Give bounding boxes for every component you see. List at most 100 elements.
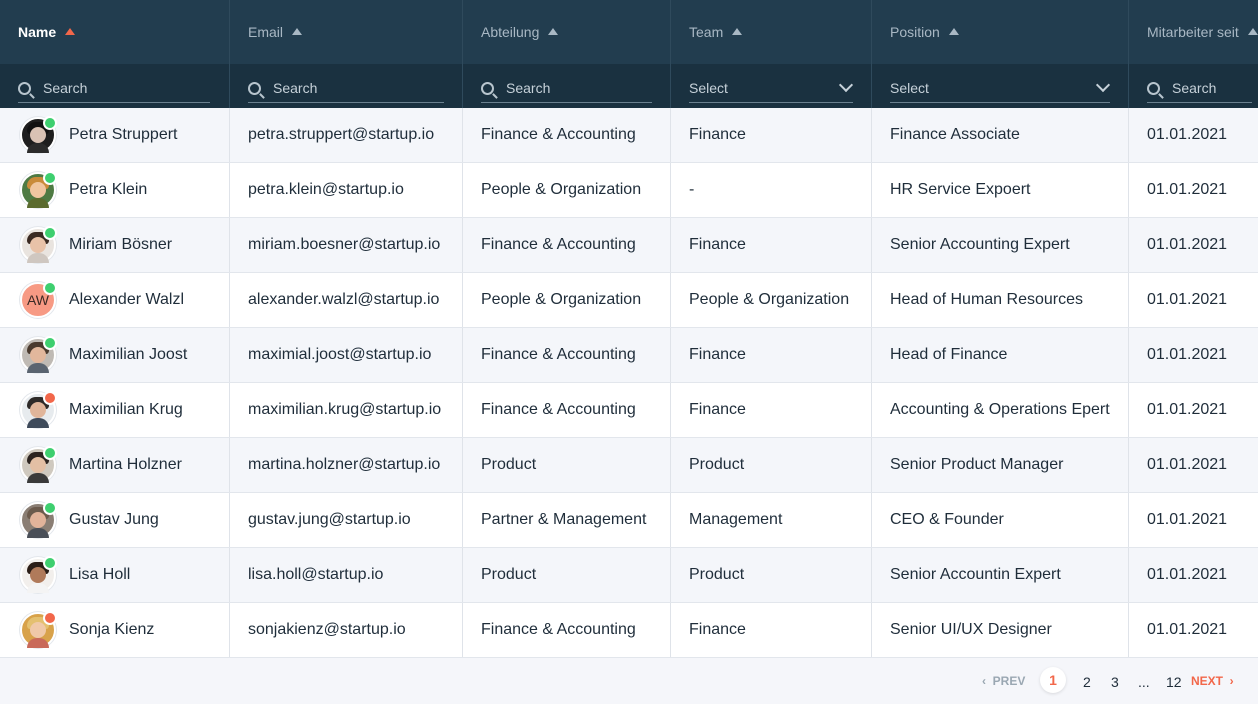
- page-3-button[interactable]: 3: [1111, 674, 1119, 690]
- col-header-position[interactable]: Position: [872, 0, 1129, 64]
- table-row[interactable]: AW Alexander Walzl alexander.walzl@startup…: [0, 273, 1258, 328]
- cell-team: Product: [671, 548, 872, 602]
- table-row[interactable]: Gustav Jung gustav.jung@startup.io Partner…: [0, 493, 1258, 548]
- cell-position: Senior UI/UX Designer: [872, 603, 1129, 657]
- table-row[interactable]: Maximilian Krug maximilian.krug@startup.i…: [0, 383, 1258, 438]
- cell-email: gustav.jung@startup.io: [230, 493, 463, 547]
- sort-asc-icon[interactable]: [732, 27, 743, 35]
- cell-name: Sonja Kienz: [0, 603, 230, 657]
- cell-email: petra.struppert@startup.io: [230, 108, 463, 162]
- cell-position: Finance Associate: [872, 108, 1129, 162]
- cell-email: maximial.joost@startup.io: [230, 328, 463, 382]
- table-row[interactable]: Miriam Bösner miriam.boesner@startup.io Fi…: [0, 218, 1258, 273]
- prev-page-button[interactable]: ‹ PREV: [982, 674, 1025, 688]
- position-select[interactable]: Select: [890, 74, 1111, 103]
- sort-asc-icon[interactable]: [292, 27, 303, 35]
- pagination-ellipsis: ...: [1138, 674, 1150, 690]
- sort-asc-icon[interactable]: [548, 27, 559, 35]
- cell-abteilung: Finance & Accounting: [463, 108, 671, 162]
- next-page-button[interactable]: NEXT ›: [1191, 674, 1234, 688]
- cell-position: Head of Finance: [872, 328, 1129, 382]
- avatar: [20, 446, 57, 483]
- cell-abteilung: People & Organization: [463, 273, 671, 327]
- cell-name: Maximilian Joost: [0, 328, 230, 382]
- table-row[interactable]: Lisa Holl lisa.holl@startup.io Product Prod…: [0, 548, 1258, 603]
- chevron-down-icon: [838, 77, 854, 93]
- table-header: Name Email Abteilung Team Position Mitar…: [0, 0, 1258, 64]
- cell-email: maximilian.krug@startup.io: [230, 383, 463, 437]
- status-online-indicator: [43, 446, 57, 460]
- team-select[interactable]: Select: [689, 74, 854, 103]
- cell-team: People & Organization: [671, 273, 872, 327]
- status-online-indicator: [43, 226, 57, 240]
- avatar: [20, 501, 57, 538]
- cell-name: Petra Klein: [0, 163, 230, 217]
- col-header-abteilung[interactable]: Abteilung: [463, 0, 671, 64]
- avatar: [20, 391, 57, 428]
- cell-abteilung: Product: [463, 548, 671, 602]
- table-row[interactable]: Maximilian Joost maximial.joost@startup.i…: [0, 328, 1258, 383]
- avatar: [20, 226, 57, 263]
- status-away-indicator: [43, 611, 57, 625]
- sort-asc-icon[interactable]: [948, 27, 959, 35]
- status-away-indicator: [43, 391, 57, 405]
- table-row[interactable]: Petra Klein petra.klein@startup.io People …: [0, 163, 1258, 218]
- col-header-mitarbeiter-seit[interactable]: Mitarbeiter seit: [1129, 0, 1258, 64]
- avatar: [20, 611, 57, 648]
- status-online-indicator: [43, 556, 57, 570]
- employee-name: Lisa Holl: [69, 566, 131, 583]
- table-row[interactable]: Petra Struppert petra.struppert@startup.i…: [0, 108, 1258, 163]
- name-search-input[interactable]: Search: [18, 74, 210, 103]
- cell-name: Gustav Jung: [0, 493, 230, 547]
- employee-name: Sonja Kienz: [69, 621, 155, 638]
- cell-email: sonjakienz@startup.io: [230, 603, 463, 657]
- cell-email: petra.klein@startup.io: [230, 163, 463, 217]
- cell-mitarbeiter-seit: 01.01.2021: [1147, 566, 1228, 583]
- avatar: [20, 556, 57, 593]
- cell-position: Head of Human Resources: [872, 273, 1129, 327]
- cell-name: AW Alexander Walzl: [0, 273, 230, 327]
- col-header-team[interactable]: Team: [671, 0, 872, 64]
- chevron-down-icon: [1095, 77, 1111, 93]
- cell-name: Lisa Holl: [0, 548, 230, 602]
- page-1-button-current[interactable]: 1: [1040, 667, 1066, 693]
- employee-name: Alexander Walzl: [69, 291, 185, 308]
- cell-team: Finance: [671, 218, 872, 272]
- cell-team: Finance: [671, 603, 872, 657]
- page-2-button[interactable]: 2: [1083, 674, 1091, 690]
- cell-abteilung: Finance & Accounting: [463, 328, 671, 382]
- status-online-indicator: [43, 116, 57, 130]
- cell-position: Senior Product Manager: [872, 438, 1129, 492]
- cell-position: Senior Accountin Expert: [872, 548, 1129, 602]
- cell-abteilung: Finance & Accounting: [463, 383, 671, 437]
- table-row[interactable]: Sonja Kienz sonjakienz@startup.io Finance …: [0, 603, 1258, 658]
- cell-team: -: [671, 163, 872, 217]
- cell-mitarbeiter-seit: 01.01.2021: [1147, 511, 1228, 528]
- sort-asc-icon[interactable]: [65, 27, 76, 35]
- table-row[interactable]: Martina Holzner martina.holzner@startup.i…: [0, 438, 1258, 493]
- cell-mitarbeiter-seit: 01.01.2021: [1147, 621, 1228, 638]
- cell-position: CEO & Founder: [872, 493, 1129, 547]
- search-icon: [248, 81, 261, 95]
- pagination: ‹ PREV 2 3 ... 12 NEXT ›: [0, 658, 1258, 704]
- email-search-input[interactable]: Search: [248, 74, 444, 103]
- status-online-indicator: [43, 171, 57, 185]
- cell-mitarbeiter-seit: 01.01.2021: [1147, 346, 1228, 363]
- sort-asc-icon[interactable]: [1247, 27, 1258, 35]
- avatar: [20, 336, 57, 373]
- col-header-email[interactable]: Email: [230, 0, 463, 64]
- cell-email: martina.holzner@startup.io: [230, 438, 463, 492]
- cell-email: miriam.boesner@startup.io: [230, 218, 463, 272]
- cell-position: Senior Accounting Expert: [872, 218, 1129, 272]
- mitarbeiter-seit-search-input[interactable]: Search: [1147, 74, 1252, 103]
- employee-name: Petra Klein: [69, 181, 148, 198]
- cell-abteilung: Product: [463, 438, 671, 492]
- page-12-button[interactable]: 12: [1166, 674, 1182, 690]
- employee-name: Martina Holzner: [69, 456, 182, 473]
- cell-abteilung: Finance & Accounting: [463, 218, 671, 272]
- employee-name: Miriam Bösner: [69, 236, 173, 253]
- abteilung-search-input[interactable]: Search: [481, 74, 652, 103]
- status-online-indicator: [43, 336, 57, 350]
- cell-mitarbeiter-seit: 01.01.2021: [1147, 126, 1228, 143]
- col-header-name[interactable]: Name: [0, 0, 230, 64]
